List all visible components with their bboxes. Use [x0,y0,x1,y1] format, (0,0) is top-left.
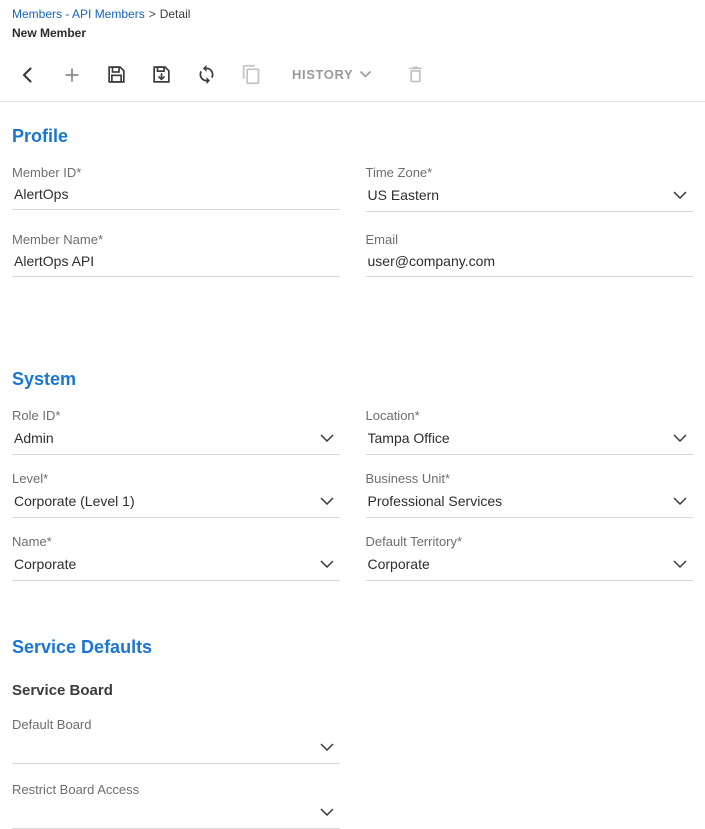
member-id-input[interactable] [12,181,340,210]
email-label: Email [366,232,694,247]
default-territory-label: Default Territory* [366,534,694,549]
field-business-unit: Business Unit* Professional Services [366,471,694,518]
breadcrumb-link[interactable]: Members - API Members [12,7,145,21]
section-title-service-defaults: Service Defaults [12,637,693,658]
service-board-form: Default Board Restrict Board Access [0,717,705,829]
default-board-select[interactable] [12,733,340,764]
time-zone-label: Time Zone* [366,165,694,180]
field-default-territory: Default Territory* Corporate [366,534,694,581]
chevron-down-icon [320,738,334,756]
field-location: Location* Tampa Office [366,408,694,455]
breadcrumb-current: Detail [160,7,191,21]
field-default-board: Default Board [12,717,340,764]
subsection-title-service-board: Service Board [12,682,693,699]
save-download-icon [151,64,172,85]
chevron-down-icon [673,186,687,204]
field-name: Name* Corporate [12,534,340,581]
refresh-button[interactable] [192,60,221,89]
chevron-down-icon [673,492,687,510]
profile-form: Member ID* Time Zone* US Eastern Member … [0,165,705,277]
toolbar: HISTORY [0,50,705,102]
chevron-down-icon [320,803,334,821]
location-select[interactable]: Tampa Office [366,424,694,455]
default-board-label: Default Board [12,717,340,732]
refresh-icon [196,64,217,85]
save-button[interactable] [102,60,131,89]
level-select[interactable]: Corporate (Level 1) [12,487,340,518]
member-name-input[interactable] [12,248,340,277]
chevron-down-icon [320,492,334,510]
level-label: Level* [12,471,340,486]
restrict-board-access-label: Restrict Board Access [12,782,340,797]
delete-button[interactable] [401,60,430,89]
time-zone-select[interactable]: US Eastern [366,181,694,212]
section-title-profile: Profile [12,126,693,147]
trash-icon [405,64,426,85]
field-role-id: Role ID* Admin [12,408,340,455]
history-label: HISTORY [292,67,353,82]
breadcrumb-separator: > [149,7,156,21]
member-name-label: Member Name* [12,232,340,247]
page-header: Members - API Members > Detail New Member [0,0,705,40]
chevron-down-icon [320,555,334,573]
copy-button[interactable] [237,60,266,89]
role-id-label: Role ID* [12,408,340,423]
name-label: Name* [12,534,340,549]
business-unit-label: Business Unit* [366,471,694,486]
chevron-down-icon [673,555,687,573]
save-icon [106,64,127,85]
field-member-name: Member Name* [12,232,340,277]
location-label: Location* [366,408,694,423]
chevron-down-icon [360,71,371,78]
field-email: Email [366,232,694,277]
role-id-select[interactable]: Admin [12,424,340,455]
section-title-system: System [12,369,693,390]
back-button[interactable] [14,61,42,89]
chevron-down-icon [320,429,334,447]
field-restrict-board-access: Restrict Board Access [12,782,340,829]
member-id-label: Member ID* [12,165,340,180]
history-button[interactable]: HISTORY [288,63,375,86]
restrict-board-access-select[interactable] [12,798,340,829]
business-unit-select[interactable]: Professional Services [366,487,694,518]
save-and-close-button[interactable] [147,60,176,89]
email-input[interactable] [366,248,694,277]
field-member-id: Member ID* [12,165,340,212]
chevron-down-icon [673,429,687,447]
breadcrumb: Members - API Members > Detail [12,6,693,23]
field-level: Level* Corporate (Level 1) [12,471,340,518]
copy-icon [241,64,262,85]
page-subtitle: New Member [12,26,693,40]
field-time-zone: Time Zone* US Eastern [366,165,694,212]
name-select[interactable]: Corporate [12,550,340,581]
back-icon [18,65,38,85]
system-form: Role ID* Admin Location* Tampa Office Le… [0,408,705,581]
add-button[interactable] [58,61,86,89]
plus-icon [62,65,82,85]
default-territory-select[interactable]: Corporate [366,550,694,581]
